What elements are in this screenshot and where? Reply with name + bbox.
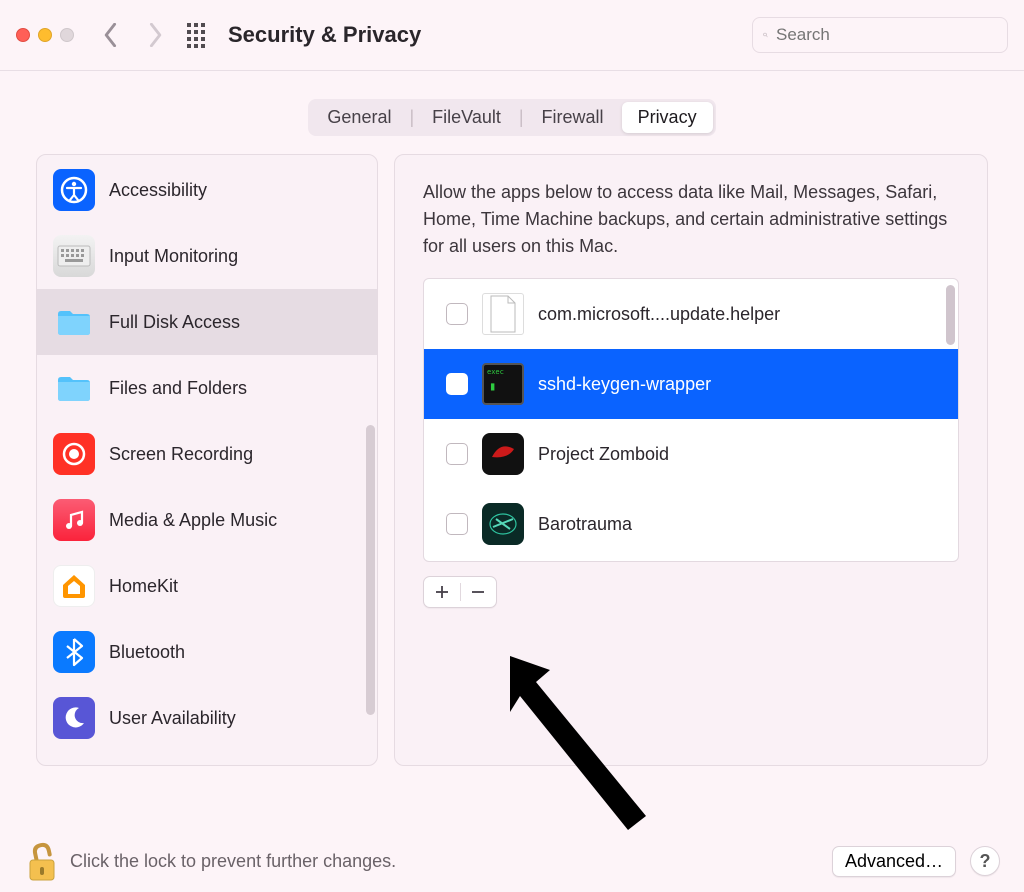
sidebar-item-label: Accessibility	[109, 180, 207, 201]
checkbox[interactable]	[446, 373, 468, 395]
window-title: Security & Privacy	[228, 22, 421, 48]
help-button[interactable]: ?	[970, 846, 1000, 876]
fullscreen-window-button[interactable]	[60, 28, 74, 42]
close-window-button[interactable]	[16, 28, 30, 42]
sidebar-item-accessibility[interactable]: Accessibility	[37, 157, 377, 223]
search-icon	[763, 26, 768, 44]
checkbox[interactable]	[446, 443, 468, 465]
exec-icon: exec ▮	[482, 363, 524, 405]
sidebar-item-homekit[interactable]: HomeKit	[37, 553, 377, 619]
sidebar-item-label: Media & Apple Music	[109, 510, 277, 531]
pz-icon	[482, 433, 524, 475]
privacy-category-list[interactable]: Accessibility Input Monitoring Full Disk…	[36, 154, 378, 766]
sidebar-item-screen-recording[interactable]: Screen Recording	[37, 421, 377, 487]
sidebar-item-label: Screen Recording	[109, 444, 253, 465]
folder-icon	[53, 367, 95, 409]
accessibility-icon	[53, 169, 95, 211]
checkbox[interactable]	[446, 513, 468, 535]
lock-icon[interactable]	[24, 840, 56, 882]
tab-firewall[interactable]: Firewall	[526, 102, 620, 133]
sidebar-item-media-music[interactable]: Media & Apple Music	[37, 487, 377, 553]
sidebar-item-bluetooth[interactable]: Bluetooth	[37, 619, 377, 685]
back-button[interactable]	[100, 24, 122, 46]
home-icon	[53, 565, 95, 607]
app-label: com.microsoft....update.helper	[538, 304, 780, 325]
tab-general[interactable]: General	[311, 102, 407, 133]
keyboard-icon	[53, 235, 95, 277]
add-button[interactable]	[424, 584, 460, 600]
app-row[interactable]: Barotrauma	[424, 489, 958, 559]
sidebar-item-label: HomeKit	[109, 576, 178, 597]
scrollbar[interactable]	[946, 285, 955, 345]
footer: Click the lock to prevent further change…	[0, 830, 1024, 892]
moon-icon	[53, 697, 95, 739]
baro-icon	[482, 503, 524, 545]
sidebar-item-user-availability[interactable]: User Availability	[37, 685, 377, 751]
tab-privacy[interactable]: Privacy	[622, 102, 713, 133]
sidebar-item-automation[interactable]: Automation	[37, 751, 377, 763]
sidebar-item-input-monitoring[interactable]: Input Monitoring	[37, 223, 377, 289]
tab-filevault[interactable]: FileVault	[416, 102, 517, 133]
app-row[interactable]: Project Zomboid	[424, 419, 958, 489]
privacy-detail-panel: Allow the apps below to access data like…	[394, 154, 988, 766]
sidebar-item-label: Full Disk Access	[109, 312, 240, 333]
description-text: Allow the apps below to access data like…	[423, 179, 959, 260]
checkbox[interactable]	[446, 303, 468, 325]
minimize-window-button[interactable]	[38, 28, 52, 42]
app-label: Barotrauma	[538, 514, 632, 535]
document-icon	[482, 293, 524, 335]
sidebar-item-label: User Availability	[109, 708, 236, 729]
app-list[interactable]: com.microsoft....update.helper exec ▮ ss…	[423, 278, 959, 562]
window-controls	[16, 28, 74, 42]
sidebar-item-files-folders[interactable]: Files and Folders	[37, 355, 377, 421]
sidebar-item-full-disk-access[interactable]: Full Disk Access	[37, 289, 377, 355]
tab-bar: General | FileVault | Firewall Privacy	[308, 99, 715, 136]
search-input[interactable]	[776, 25, 997, 45]
advanced-button[interactable]: Advanced…	[832, 846, 956, 877]
search-field[interactable]	[752, 17, 1008, 53]
sidebar-item-label: Input Monitoring	[109, 246, 238, 267]
forward-button[interactable]	[144, 24, 166, 46]
app-row[interactable]: exec ▮ sshd-keygen-wrapper	[424, 349, 958, 419]
app-row[interactable]: com.microsoft....update.helper	[424, 279, 958, 349]
app-label: sshd-keygen-wrapper	[538, 374, 711, 395]
lock-hint-text: Click the lock to prevent further change…	[70, 851, 818, 872]
sidebar-item-label: Files and Folders	[109, 378, 247, 399]
folder-icon	[53, 301, 95, 343]
music-icon	[53, 499, 95, 541]
sidebar-item-label: Bluetooth	[109, 642, 185, 663]
scrollbar[interactable]	[366, 425, 375, 715]
app-label: Project Zomboid	[538, 444, 669, 465]
bluetooth-icon	[53, 631, 95, 673]
add-remove-buttons	[423, 576, 497, 608]
screen-recording-icon	[53, 433, 95, 475]
toolbar: Security & Privacy	[0, 0, 1024, 70]
show-all-button[interactable]	[184, 23, 208, 47]
remove-button[interactable]	[461, 584, 497, 600]
